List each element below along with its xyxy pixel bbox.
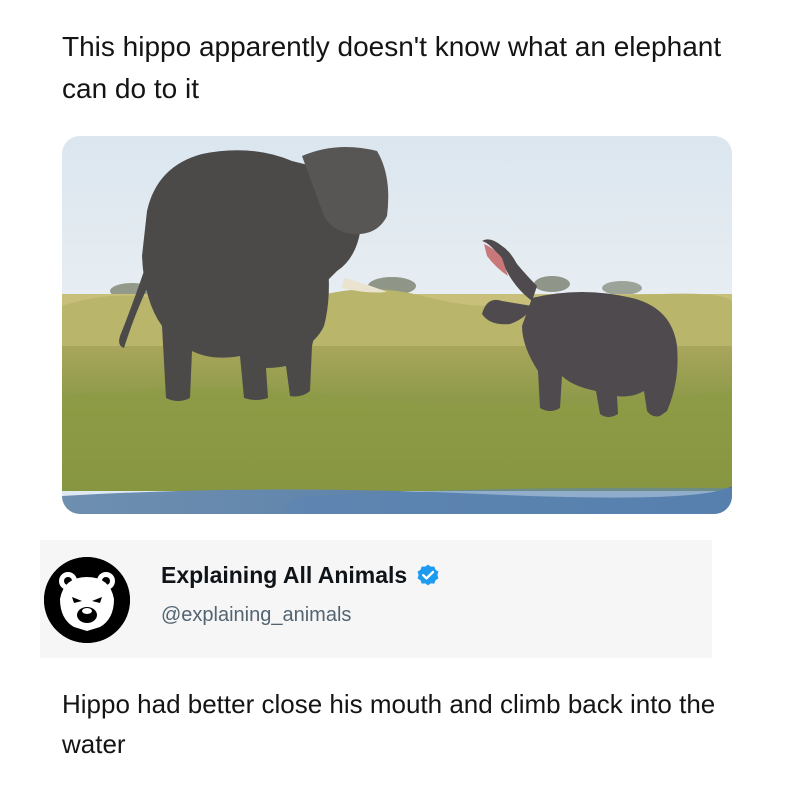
bear-face-icon	[44, 557, 130, 643]
author-display-name[interactable]: Explaining All Animals	[161, 562, 407, 589]
elephant-hippo-photo	[62, 136, 732, 514]
author-card	[40, 540, 712, 658]
post-image[interactable]	[62, 136, 732, 514]
author-handle[interactable]: @explaining_animals	[161, 604, 351, 627]
verified-badge-icon	[417, 564, 439, 585]
headline: This hippo apparently doesn't know what …	[62, 31, 722, 104]
tweet-text: Hippo had better close his mouth and cli…	[62, 689, 716, 759]
author-name-row: Explaining All Animals	[161, 562, 441, 589]
avatar[interactable]	[44, 557, 130, 643]
